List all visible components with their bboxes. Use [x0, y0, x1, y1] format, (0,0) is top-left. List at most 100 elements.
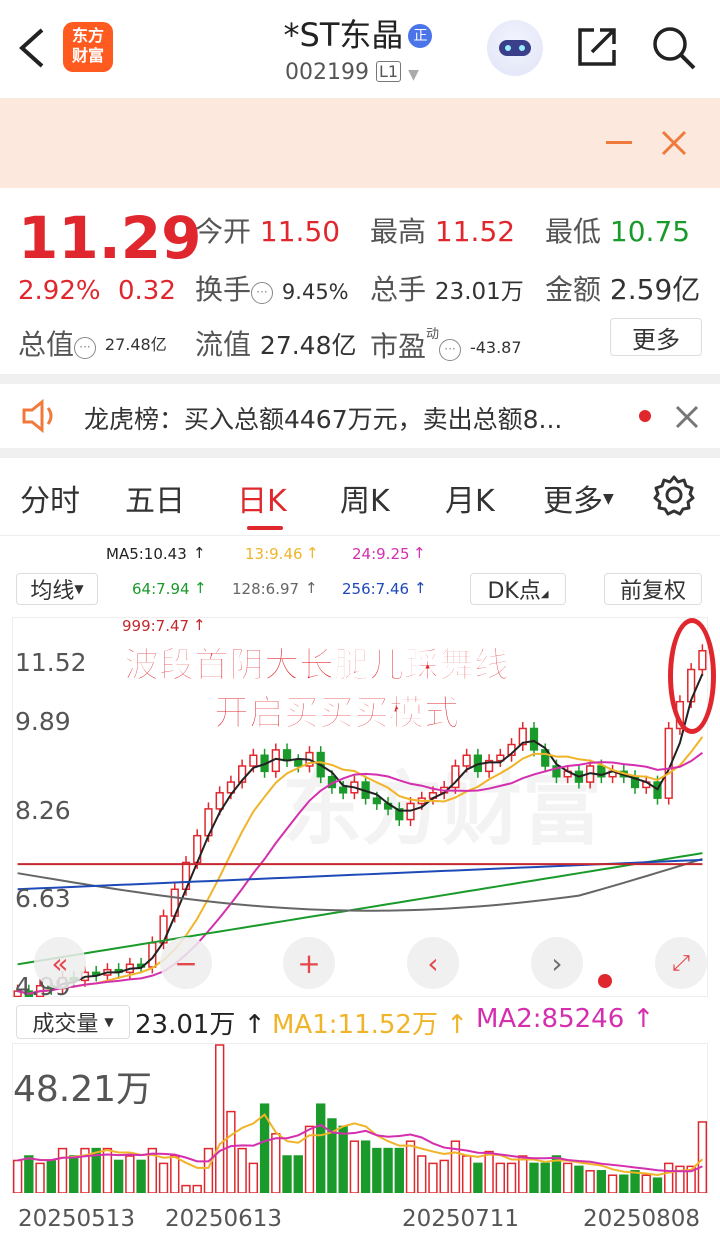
ma256-legend: 256:7.46 — [342, 580, 410, 598]
volume-current: 23.01万 — [135, 1010, 236, 1040]
tab-daily-k[interactable]: 日K — [237, 476, 287, 520]
volume-ma2-row: MA2:85246 ↑ — [476, 1004, 654, 1034]
candle — [294, 759, 303, 767]
adjust-button[interactable]: 前复权 — [604, 573, 702, 605]
volume-bar — [69, 1155, 79, 1193]
price-axis-label: 11.52 — [15, 648, 87, 677]
volume-bar — [181, 1184, 191, 1193]
avg-line-button[interactable]: 均线 ▼ — [16, 573, 98, 605]
tab-monthly-k[interactable]: 月K — [445, 476, 495, 520]
chevron-left-icon: ‹ — [427, 946, 439, 980]
volume-bar — [372, 1147, 382, 1193]
dragon-tiger-bar[interactable]: 龙虎榜：买入总额4467万元，卖出总额8... — [0, 384, 720, 448]
tab-intraday[interactable]: 分时 — [20, 476, 80, 520]
robot-assistant-icon[interactable] — [487, 20, 543, 76]
chart-tabs: 分时 五日 日K 周K 月K 更多▼ — [0, 458, 720, 536]
volume-bar — [12, 1159, 23, 1193]
pe-label: 市盈 — [370, 330, 427, 363]
pan-right-button[interactable]: › — [531, 937, 583, 989]
pan-left-button[interactable]: ‹ — [407, 937, 459, 989]
arrow-up-icon: ↑ — [193, 544, 206, 562]
volume-ma2: MA2:85246 — [476, 1004, 625, 1034]
volume-value: 23.01万 — [434, 279, 524, 305]
volume-bar — [506, 1162, 517, 1193]
search-icon[interactable] — [650, 24, 698, 72]
info-icon[interactable]: ··· — [251, 282, 274, 304]
more-quote-button[interactable]: 更多 — [610, 318, 702, 356]
minimize-icon[interactable] — [606, 141, 632, 144]
date-label: 20250711 — [402, 1206, 520, 1232]
arrow-up-icon: ↑ — [446, 1010, 469, 1040]
candle — [215, 792, 224, 810]
rewind-button[interactable]: « — [34, 937, 86, 989]
tab-five-day[interactable]: 五日 — [125, 476, 185, 520]
dk-label: DK点 — [487, 579, 541, 604]
close-icon[interactable] — [660, 129, 688, 157]
back-icon[interactable] — [14, 26, 48, 70]
stock-code-row[interactable]: 002199 L1 ▼ — [285, 60, 419, 85]
candle — [249, 754, 258, 767]
volume-bar — [136, 1159, 146, 1193]
ma24-legend: 24:9.25 — [352, 545, 410, 563]
volume-bar — [697, 1121, 708, 1193]
indicator-selector[interactable]: 成交量 ▼ — [16, 1005, 130, 1039]
open-value: 11.50 — [259, 215, 341, 248]
last-price: 11.29 — [18, 204, 202, 272]
float-row: 流值 27.48亿 — [195, 323, 357, 363]
close-icon[interactable] — [674, 404, 700, 430]
ma128-legend: 128:6.97 — [232, 580, 300, 598]
stock-code: 002199 — [285, 60, 369, 85]
gear-icon[interactable] — [653, 474, 695, 516]
date-label: 20250613 — [165, 1206, 283, 1232]
zoom-out-button[interactable]: − — [160, 937, 212, 989]
volume-bar — [293, 1155, 303, 1193]
volume-bar — [540, 1162, 550, 1193]
float-value: 27.48亿 — [259, 331, 357, 360]
volume-bar — [596, 1170, 607, 1193]
chevron-down-icon: ▼ — [408, 67, 419, 83]
pe-value: -43.87 — [469, 338, 522, 357]
volume-bar — [226, 1110, 236, 1193]
turnover-row: 换手 ··· 9.45% — [195, 268, 349, 308]
stock-name: *ST东晶 — [283, 16, 404, 54]
volume-bar — [338, 1125, 348, 1193]
tab-more[interactable]: 更多▼ — [543, 476, 614, 520]
info-icon[interactable]: ··· — [439, 339, 462, 361]
logo-line1: 东方 — [71, 26, 104, 45]
amount-value: 2.59亿 — [609, 273, 701, 306]
zoom-in-button[interactable]: + — [283, 937, 335, 989]
change-amount: 0.32 — [118, 276, 176, 306]
tab-weekly-k[interactable]: 周K — [340, 476, 390, 520]
share-icon[interactable] — [574, 24, 620, 70]
volume-bar — [192, 1184, 202, 1193]
volume-bar — [214, 1044, 225, 1193]
fullscreen-button[interactable]: ⤢ — [655, 937, 707, 989]
divider — [0, 374, 720, 384]
stock-title: *ST东晶 正 — [258, 10, 458, 56]
volume-bar — [473, 1162, 483, 1193]
volume-bar — [158, 1162, 169, 1193]
notice-bar — [0, 98, 720, 188]
caret-down-icon: ▼ — [74, 582, 84, 596]
low-row: 最低 10.75 — [545, 210, 690, 250]
volume-bar — [271, 1133, 281, 1193]
divider — [0, 448, 720, 458]
volume-bar — [641, 1174, 651, 1193]
volume-bar — [428, 1162, 438, 1193]
dragon-tiger-text: 龙虎榜：买入总额4467万元，卖出总额8... — [84, 405, 563, 434]
open-label: 今开 — [195, 215, 252, 248]
logo-line2: 财富 — [71, 46, 104, 65]
quote-panel: 11.29 2.92% 0.32 总值 ··· 27.48亿 今开 11.50 最… — [0, 188, 720, 374]
change-pct: 2.92% — [18, 276, 101, 306]
info-icon[interactable]: ··· — [74, 337, 97, 359]
app-logo: 东方 财富 — [63, 22, 113, 72]
volume-bar — [248, 1162, 259, 1193]
volume-bar — [484, 1150, 494, 1193]
dk-point-button[interactable]: DK点 ◢ — [470, 573, 566, 605]
chevron-right-icon: › — [551, 946, 563, 980]
market-cap-row: 总值 ··· 27.48亿 — [18, 323, 167, 363]
mcap-value: 27.48亿 — [104, 335, 167, 354]
price-axis-label: 9.89 — [15, 707, 71, 736]
volume-bar — [461, 1155, 472, 1193]
tab-more-label: 更多 — [543, 484, 603, 519]
